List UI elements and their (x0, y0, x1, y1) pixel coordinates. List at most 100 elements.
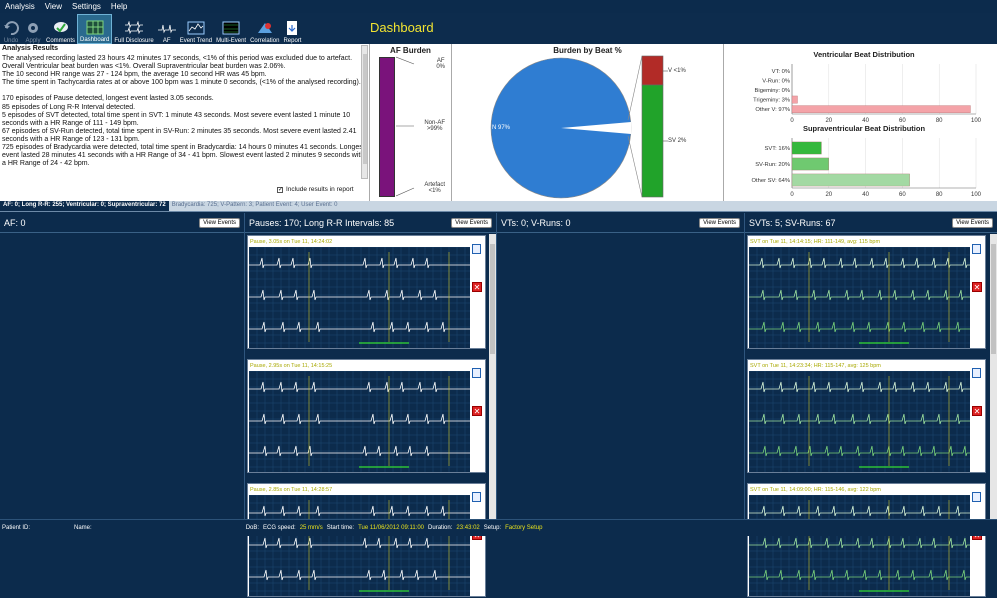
full-disclosure-button[interactable]: Full Disclosure (112, 14, 155, 44)
delete-icon[interactable]: ✕ (972, 406, 982, 416)
dashboard-label: Dashboard (80, 37, 110, 43)
start-time-value: Tue 11/06/2012 09:11:00 (358, 525, 425, 531)
bar (791, 141, 822, 155)
correlation-button[interactable]: Correlation (248, 14, 281, 44)
menu-view[interactable]: View (40, 2, 67, 11)
include-label: Include results in report (286, 186, 354, 193)
dashboard-icon (86, 19, 104, 35)
report-button[interactable]: Report (281, 14, 303, 44)
event-trend-button[interactable]: Event Trend (178, 14, 214, 44)
delete-icon[interactable]: ✕ (472, 406, 482, 416)
ecg-speed-label: ECG speed: (263, 525, 296, 531)
delete-icon[interactable]: ✕ (972, 282, 982, 292)
add-to-report-icon[interactable] (972, 368, 981, 378)
ecg-strip[interactable]: Pause, 3.05s on Tue 11, 14:24:02 ✕ (247, 235, 486, 349)
ecg-strip[interactable]: Pause, 2.85s on Tue 11, 14:28:57✕ (247, 483, 486, 597)
strip-actions: ✕ (472, 244, 483, 292)
ecg-strip[interactable]: SVT on Tue 11, 14:14:15; HR: 111-149, av… (747, 235, 986, 349)
correlation-icon (256, 20, 274, 36)
add-to-report-icon[interactable] (472, 492, 481, 502)
category-label: Other V: 97% (755, 107, 790, 113)
ecg-svg (748, 494, 970, 596)
ecg-trace (748, 370, 970, 472)
x-tick-label: 0 (790, 192, 794, 198)
pauses-scrollbar[interactable] (489, 234, 496, 519)
x-tick-label: 40 (862, 192, 869, 198)
ecg-svg (248, 246, 470, 348)
ecg-strip[interactable]: Pause, 2.95s on Tue 11, 14:15:25 ✕ (247, 359, 486, 473)
af-leader-lines (396, 56, 415, 197)
scroll-thumb[interactable] (363, 54, 367, 164)
strip-label: Pause, 3.05s on Tue 11, 14:24:02 (250, 239, 333, 245)
ecg-trace (248, 494, 470, 596)
toolbar: Undo Apply Comments Dashboard Full Discl… (0, 13, 997, 44)
full-disclosure-icon (125, 20, 144, 36)
strip-actions: ✕ (472, 368, 483, 416)
dob-label: DoB: (245, 525, 260, 531)
svt-column: SVTs: 5; SV-Runs: 67 View Events SVT on … (745, 213, 997, 597)
category-label: V-Run: 0% (762, 78, 790, 84)
strip-label: SVT on Tue 11, 14:23:34; HR: 115-147, av… (750, 363, 881, 369)
pauses-view-events-button[interactable]: View Events (451, 217, 492, 228)
analysis-heading: Analysis Results (2, 45, 59, 52)
include-in-report-checkbox[interactable]: ✓ Include results in report (277, 186, 354, 194)
pauses-column-title: Pauses: 170; Long R-R Intervals: 85 (249, 217, 395, 228)
checkbox-icon[interactable]: ✓ (277, 187, 283, 194)
svt-scrollbar[interactable] (990, 234, 997, 519)
undo-button[interactable]: Undo (0, 14, 22, 44)
beat-distribution-panel: Ventricular Beat Distribution 0 20 40 60 80 10… (724, 44, 997, 201)
pauses-column-header: Pauses: 170; Long R-R Intervals: 85 View… (245, 213, 496, 233)
strip-label: Pause, 2.95s on Tue 11, 14:15:25 (250, 363, 333, 369)
strip-actions: ✕ (972, 244, 983, 292)
tab-af-long-rr[interactable]: AF: 0; Long R-R: 255; Ventricular: 0; Su… (0, 201, 169, 211)
add-to-report-icon[interactable] (972, 492, 981, 502)
scroll-thumb[interactable] (991, 244, 996, 354)
ecg-trace (248, 370, 470, 472)
dashboard-button[interactable]: Dashboard (77, 14, 113, 44)
ecg-strip[interactable]: SVT on Tue 11, 14:23:34; HR: 115-147, av… (747, 359, 986, 473)
tab-bradycardia[interactable]: Bradycardia: 725; V-Pattern: 3; Patient … (169, 201, 341, 211)
analysis-text-7: 85 episodes of Long R-R Interval detecte… (2, 103, 136, 111)
ecg-trace (748, 494, 970, 596)
af-burden-panel: AF Burden AF 0% Non-AF >99% Artefact <1% (370, 44, 452, 201)
menu-help[interactable]: Help (106, 2, 132, 11)
af-button[interactable]: AF (156, 14, 178, 44)
apply-button[interactable]: Apply (22, 14, 44, 44)
svt-column-title: SVTs: 5; SV-Runs: 67 (749, 217, 836, 228)
menu-analysis[interactable]: Analysis (0, 2, 40, 11)
vt-view-events-button[interactable]: View Events (699, 217, 740, 228)
ecg-strip[interactable]: SVT on Tue 11, 14:09:00; HR: 115-146, av… (747, 483, 986, 597)
strip-label: SVT on Tue 11, 14:09:00; HR: 115-146, av… (750, 487, 881, 493)
category-label: Bigeminy: 0% (755, 88, 790, 94)
analysis-results: Analysis Results The analysed recording … (0, 44, 370, 201)
duration-value: 23:43:02 (456, 525, 480, 531)
page-title: Dashboard (370, 20, 434, 35)
name-label: Name: (74, 525, 92, 531)
bar (791, 157, 829, 171)
analysis-spacer (2, 87, 367, 95)
analysis-text-8: 5 episodes of SVT detected, total time s… (2, 111, 351, 127)
vt-column: VTs: 0; V-Runs: 0 View Events (497, 213, 745, 519)
menu-bar: Analysis View Settings Help (0, 0, 997, 13)
add-to-report-icon[interactable] (972, 244, 981, 254)
menu-settings[interactable]: Settings (67, 2, 106, 11)
scroll-thumb[interactable] (490, 244, 495, 354)
vt-column-header: VTs: 0; V-Runs: 0 View Events (497, 213, 744, 233)
multi-event-button[interactable]: Multi-Event (214, 14, 248, 44)
undo-icon (2, 20, 20, 36)
chart-title: Ventricular Beat Distribution (813, 50, 915, 59)
af-column: AF: 0 View Events (0, 213, 245, 519)
setup-label: Setup: (483, 525, 502, 531)
svt-view-events-button[interactable]: View Events (952, 217, 993, 228)
comments-button[interactable]: Comments (44, 14, 77, 44)
analysis-scrollbar[interactable] (361, 45, 368, 179)
bar (791, 173, 910, 187)
v-slice (641, 55, 664, 86)
add-to-report-icon[interactable] (472, 368, 481, 378)
delete-icon[interactable]: ✕ (472, 282, 482, 292)
x-tick-label: 60 (899, 192, 906, 198)
add-to-report-icon[interactable] (472, 244, 481, 254)
af-view-events-button[interactable]: View Events (199, 217, 240, 228)
analysis-text-3: The 10 second HR range was 27 - 124 bpm,… (2, 71, 267, 79)
ecg-trace (248, 246, 470, 348)
